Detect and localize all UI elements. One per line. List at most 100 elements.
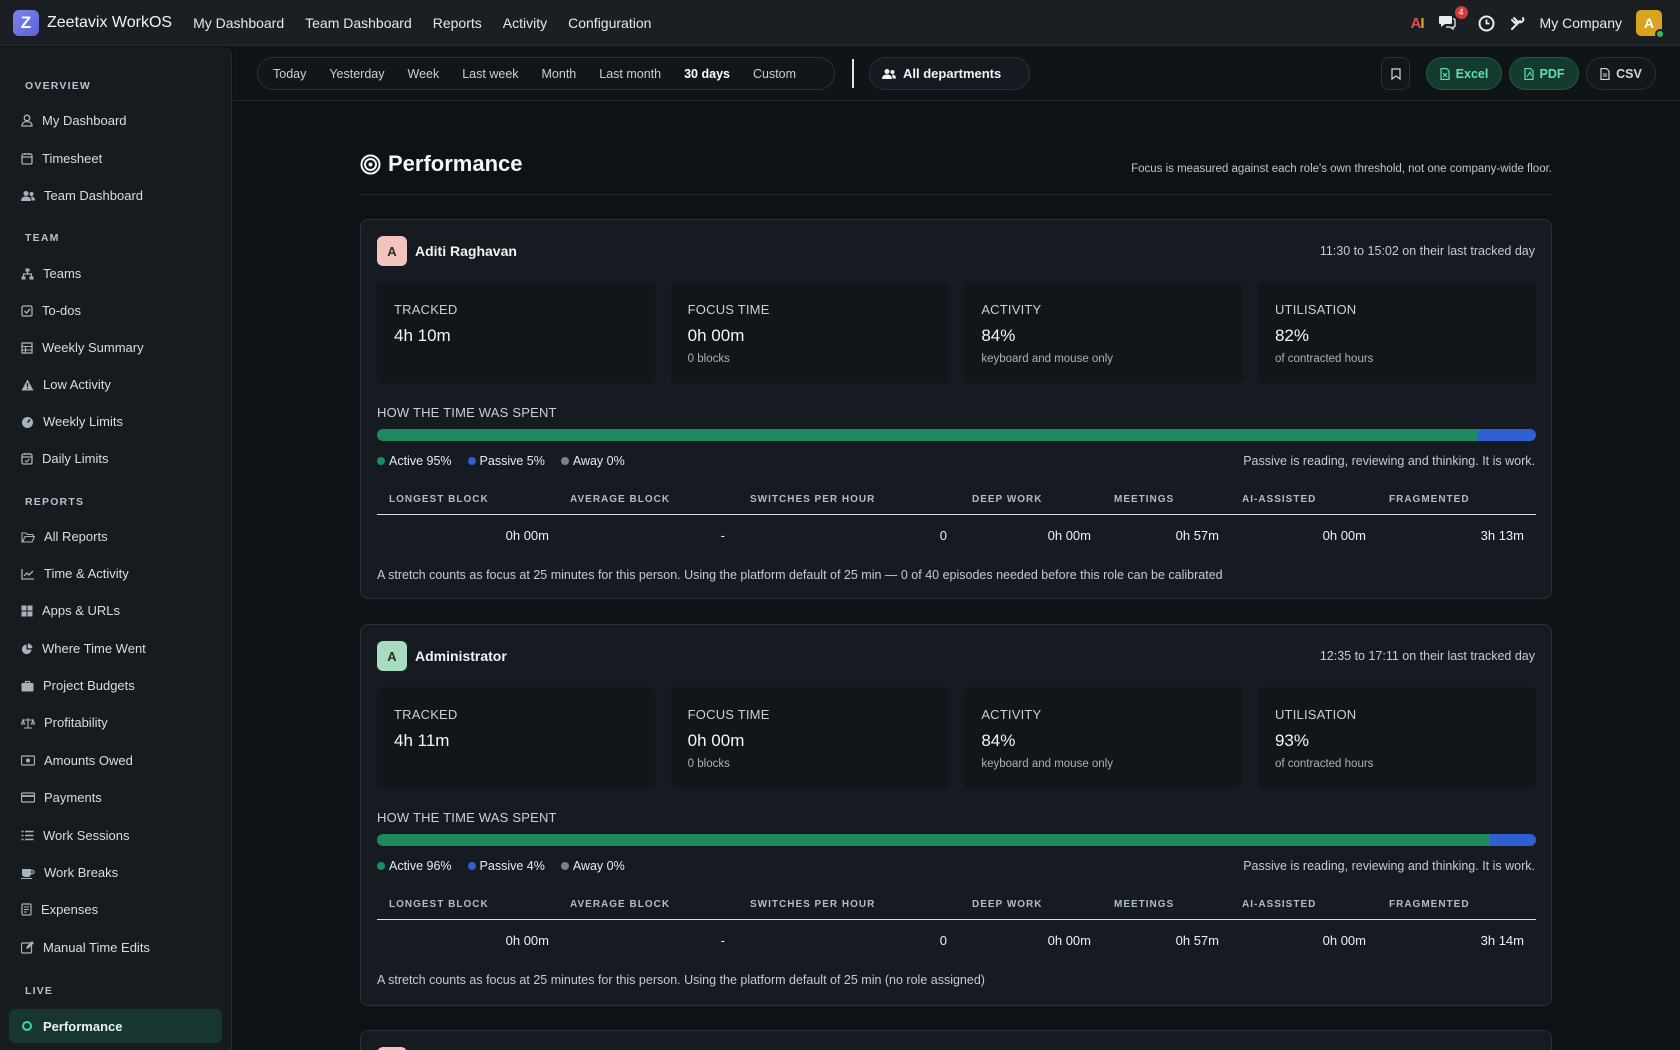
divider [852, 59, 854, 88]
col-meetings: MEETINGS [1114, 899, 1175, 910]
sidebar-item-payments[interactable]: Payments [21, 790, 102, 805]
cell-switches-per-hour: 0 [939, 933, 947, 948]
range-yesterday[interactable]: Yesterday [329, 67, 384, 81]
range-30-days[interactable]: 30 days [684, 67, 730, 81]
time-split-bar [377, 429, 1536, 441]
money-icon [21, 755, 35, 766]
stat-sub: 0 blocks [687, 353, 730, 365]
sidebar-item-teams[interactable]: Teams [21, 266, 81, 281]
ai-icon[interactable]: AI [1411, 15, 1425, 32]
checkbox-icon [21, 304, 33, 317]
export-excel-button[interactable]: Excel [1426, 57, 1502, 90]
sidebar-item-timesheet[interactable]: Timesheet [21, 151, 102, 166]
stat-sub: of contracted hours [1274, 353, 1374, 365]
range-last-month[interactable]: Last month [599, 67, 661, 81]
sidebar-item-expenses[interactable]: Expenses [21, 902, 98, 917]
sidebar-item-work-sessions[interactable]: Work Sessions [21, 828, 129, 843]
sidebar-label: Time & Activity [44, 566, 129, 581]
sidebar-label: Timesheet [42, 151, 103, 166]
department-select[interactable]: All departments [869, 57, 1030, 90]
sidebar-item-performance[interactable]: Performance [9, 1009, 222, 1043]
range-custom[interactable]: Custom [753, 67, 796, 81]
sidebar-item-all-reports[interactable]: All Reports [21, 529, 108, 544]
clock-icon[interactable] [1478, 15, 1495, 32]
range-last-week[interactable]: Last week [462, 67, 518, 81]
file-csv-icon [1600, 67, 1610, 80]
sidebar-item-weekly-summary[interactable]: Weekly Summary [21, 340, 144, 355]
sidebar-item-profitability[interactable]: Profitability [21, 715, 108, 730]
range-today[interactable]: Today [273, 67, 306, 81]
sidebar-item-amounts-owed[interactable]: Amounts Owed [21, 753, 133, 768]
export-pdf-button[interactable]: PDF [1509, 57, 1579, 90]
nav-reports[interactable]: Reports [433, 15, 482, 31]
sidebar-item-apps-urls[interactable]: Apps & URLs [21, 603, 120, 618]
nav-my-dashboard[interactable]: My Dashboard [193, 15, 284, 31]
table-row: 0h 00m - 0 0h 00m 0h 57m 0h 00m 3h 14m [377, 920, 1536, 960]
sidebar-section-team: TEAM [25, 232, 60, 244]
sidebar-label: Expenses [41, 902, 99, 917]
sidebar-item-daily-limits[interactable]: Daily Limits [21, 451, 108, 466]
sidebar-item-where-time-went[interactable]: Where Time Went [21, 641, 146, 656]
sidebar-item-my-dashboard[interactable]: My Dashboard [21, 113, 127, 128]
time-split-bar [377, 834, 1536, 846]
line-chart-icon [21, 568, 34, 580]
tools-icon[interactable] [1509, 15, 1526, 32]
person-name[interactable]: Administrator [415, 648, 507, 664]
person-avatar: A [377, 641, 407, 671]
gauge-icon [22, 416, 33, 428]
sidebar-item-team-dashboard[interactable]: Team Dashboard [21, 188, 143, 203]
sidebar-label: Where Time Went [42, 641, 146, 656]
user-avatar[interactable]: A [1636, 10, 1665, 39]
cell-ai-assisted: 0h 00m [1322, 528, 1366, 543]
folder-open-icon [21, 531, 35, 543]
sidebar-label: Weekly Limits [43, 414, 123, 429]
nav-activity[interactable]: Activity [503, 15, 547, 31]
brand[interactable]: Z Zeetavix WorkOS [13, 9, 172, 36]
range-month[interactable]: Month [542, 67, 577, 81]
sidebar-item-manual-time-edits[interactable]: Manual Time Edits [21, 940, 150, 955]
sidebar-label: All Reports [44, 529, 108, 544]
legend-text: Active 96% [389, 859, 452, 873]
legend-dot [377, 457, 385, 465]
nav-configuration[interactable]: Configuration [568, 15, 651, 31]
nav-team-dashboard[interactable]: Team Dashboard [305, 15, 412, 31]
stat-row: TRACKED 4h 11m FOCUS TIME 0h 00m 0 block… [377, 687, 1536, 788]
stat-label: ACTIVITY [981, 707, 1042, 722]
sidebar-item-todos[interactable]: To-dos [21, 303, 81, 318]
sidebar-item-low-activity[interactable]: Low Activity [21, 377, 111, 392]
range-week[interactable]: Week [408, 67, 440, 81]
sidebar-item-time-activity[interactable]: Time & Activity [21, 566, 129, 581]
person-card: A Aditi Raghavan 11:30 to 15:02 on their… [360, 219, 1552, 599]
sidebar-item-work-breaks[interactable]: Work Breaks [21, 865, 118, 880]
sidebar-item-weekly-limits[interactable]: Weekly Limits [21, 414, 123, 429]
export-csv-button[interactable]: CSV [1586, 57, 1656, 90]
users-icon [21, 190, 35, 201]
chat-icon[interactable]: 4 [1438, 5, 1468, 33]
stat-value: 0h 00m [687, 326, 745, 345]
sidebar-item-project-budgets[interactable]: Project Budgets [21, 678, 135, 693]
sidebar-label: Low Activity [43, 377, 111, 392]
sidebar-section-overview: OVERVIEW [25, 80, 92, 92]
legend-text: Away 0% [572, 859, 625, 873]
table-icon [21, 341, 33, 354]
export-pdf-label: PDF [1539, 66, 1565, 81]
sidebar: OVERVIEW My Dashboard Timesheet Team Das… [0, 47, 232, 1050]
cell-meetings: 0h 57m [1175, 933, 1219, 948]
stat-label: TRACKED [394, 707, 458, 722]
col-deep-work: DEEP WORK [972, 494, 1043, 505]
sidebar-label: Amounts Owed [44, 753, 133, 768]
person-name[interactable]: Aditi Raghavan [415, 243, 517, 259]
stat-focus-time: FOCUS TIME 0h 00m 0 blocks [670, 282, 949, 383]
company-switcher[interactable]: My Company [1540, 15, 1622, 31]
brand-logo: Z [13, 9, 39, 36]
stat-sub: keyboard and mouse only [981, 758, 1114, 770]
grid-icon [21, 605, 33, 616]
cell-switches-per-hour: 0 [939, 528, 947, 543]
edit-icon [21, 941, 34, 954]
bookmark-button[interactable] [1381, 57, 1410, 90]
person-header: A Administrator [377, 641, 507, 671]
sitemap-icon [21, 268, 34, 279]
sidebar-section-live: LIVE [25, 985, 54, 997]
cell-fragmented: 3h 13m [1480, 528, 1524, 543]
sidebar-label: Project Budgets [43, 678, 135, 693]
